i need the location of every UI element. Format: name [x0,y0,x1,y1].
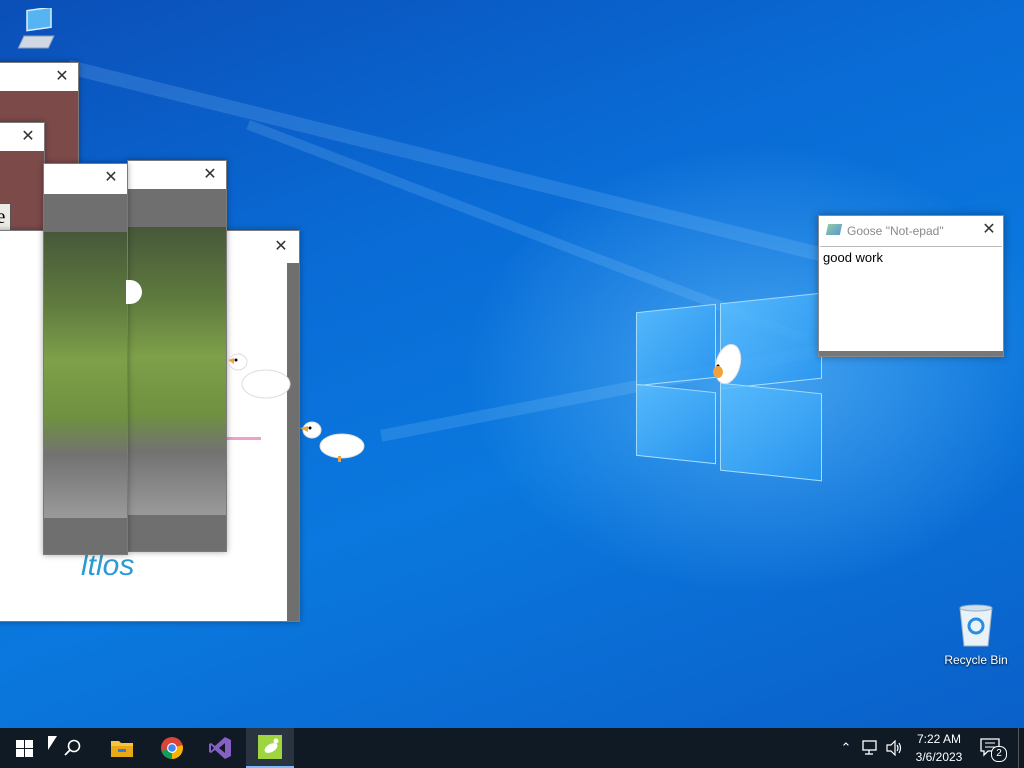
goose-notepad-window[interactable]: Goose "Not-epad" ✕ good work [818,215,1004,357]
pink-line [221,437,261,440]
show-desktop-button[interactable] [1018,728,1024,768]
visual-studio-icon [209,737,231,759]
start-button[interactable] [0,728,48,768]
notepad-text-area[interactable]: good work [820,246,1002,350]
notepad-title: Goose "Not-epad" [847,224,944,238]
close-icon[interactable]: ✕ [979,220,999,240]
taskbar: ⌃ 7:22 AM 3/6/2023 2 [0,728,1024,768]
folder-icon [111,741,133,757]
notification-count-badge: 2 [991,746,1007,762]
meme-window-4[interactable]: ✕ [127,160,227,552]
close-icon[interactable]: ✕ [18,127,38,147]
file-explorer-button[interactable] [98,728,146,768]
meme-window-5[interactable]: ✕ [43,163,128,555]
clock-time: 7:22 AM [916,732,962,746]
search-icon [64,739,81,756]
notepad-status-bar [819,351,1003,356]
goose-sprite[interactable] [222,348,294,412]
notepad-icon [825,224,843,235]
windows-logo-icon [15,739,33,757]
close-icon[interactable]: ✕ [52,67,72,87]
goose-sprite[interactable] [296,418,370,474]
show-hidden-icons-chevron-icon[interactable]: ⌃ [838,740,854,756]
action-center-button[interactable]: 2 [978,736,1008,762]
close-icon[interactable]: ✕ [200,165,220,185]
goose-sprite[interactable] [706,340,748,388]
desktop-goose-button[interactable] [246,728,294,768]
mouse-cursor [48,736,57,750]
chrome-button[interactable] [148,728,196,768]
goose-video-frame [128,227,226,515]
recycle-bin-icon[interactable]: Recycle Bin [940,602,1012,667]
clock[interactable]: 7:22 AM 3/6/2023 [908,731,970,765]
goose-app-icon [258,735,282,759]
visual-studio-button[interactable] [196,728,244,768]
close-icon[interactable]: ✕ [101,168,121,188]
close-icon[interactable]: ✕ [271,237,291,257]
this-pc-icon[interactable] [14,6,64,57]
network-icon[interactable] [862,740,880,756]
recycle-bin-label: Recycle Bin [944,653,1008,667]
volume-icon[interactable] [886,740,904,756]
clock-date: 3/6/2023 [915,750,963,764]
goose-video-frame [44,232,127,518]
chrome-icon [161,737,183,759]
desktop: Recycle Bin ✕ ✕ e t ✕ ltlos ✕ ✕ [0,0,1024,728]
sign-fragment: e [0,203,11,231]
